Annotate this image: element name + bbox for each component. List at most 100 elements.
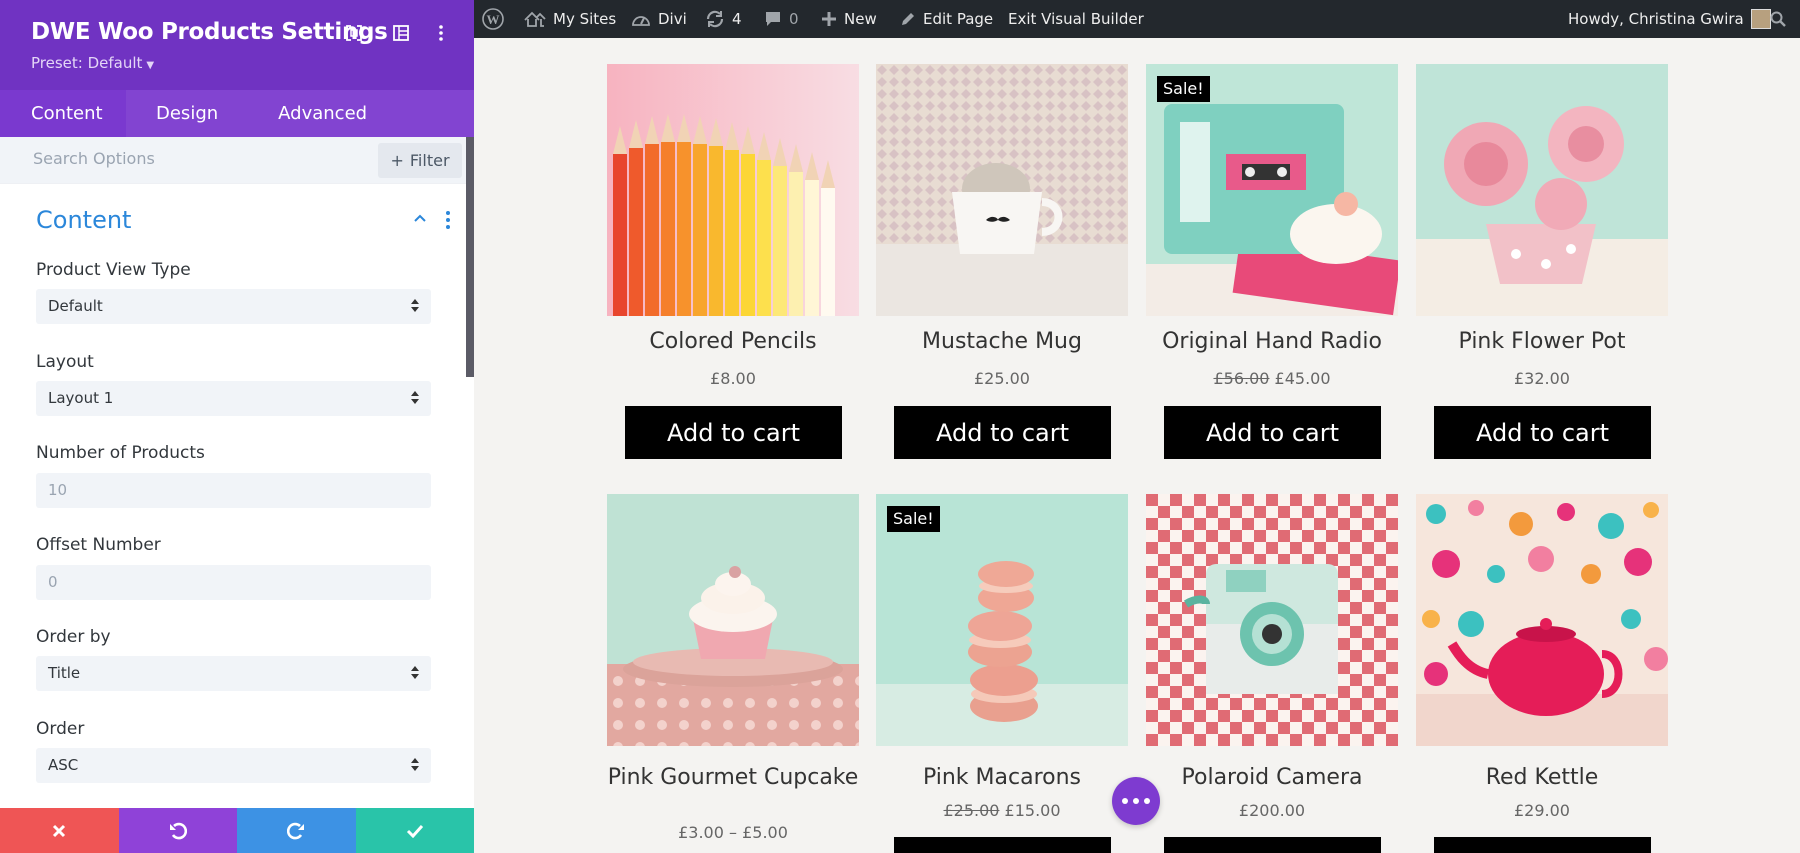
panel-header: DWE Woo Products Settings Preset: Defaul… <box>0 0 474 90</box>
add-to-cart-button[interactable]: Add to cart <box>1434 406 1651 459</box>
order-by-select[interactable]: Title <box>36 656 431 691</box>
divi-label: Divi <box>658 10 687 28</box>
filter-label: Filter <box>409 151 450 170</box>
add-to-cart-button[interactable] <box>1434 837 1651 853</box>
product-image-pink-macarons[interactable]: Sale! <box>876 494 1128 746</box>
my-sites-icon <box>524 11 546 27</box>
pencil-icon <box>900 11 916 27</box>
number-of-products-value: 10 <box>48 481 68 499</box>
product-image-colored-pencils[interactable] <box>607 64 859 316</box>
product-price-value: £8.00 <box>710 369 756 388</box>
edit-page-label: Edit Page <box>923 10 994 28</box>
section-more-icon[interactable] <box>442 210 454 230</box>
product-image-mustache-mug[interactable] <box>876 64 1128 316</box>
product-image-pink-gourmet-cupcake[interactable] <box>607 494 859 746</box>
split-view-icon[interactable] <box>390 22 412 44</box>
tab-advanced[interactable]: Advanced <box>248 90 397 137</box>
product-price: £8.00 <box>607 369 859 388</box>
exit-visual-builder-link[interactable]: Exit Visual Builder <box>1008 0 1144 38</box>
plus-icon <box>821 11 837 27</box>
howdy-label: Howdy, Christina Gwira <box>1568 10 1744 28</box>
product-name[interactable]: Pink Macarons <box>856 767 1148 789</box>
product-image-pink-flower-pot[interactable] <box>1416 64 1668 316</box>
search-options-input[interactable] <box>33 149 323 168</box>
builder-menu-button[interactable] <box>1112 777 1160 825</box>
panel-title: DWE Woo Products Settings <box>31 19 388 45</box>
new-content-menu[interactable]: New <box>821 0 877 38</box>
product-name[interactable]: Mustache Mug <box>856 331 1148 353</box>
filter-button[interactable]: + Filter <box>378 143 462 178</box>
product-view-type-select[interactable]: Default <box>36 289 431 324</box>
tab-design[interactable]: Design <box>126 90 248 137</box>
add-to-cart-button[interactable] <box>1164 837 1381 853</box>
tab-content[interactable]: Content <box>0 90 126 137</box>
layout-select[interactable]: Layout 1 <box>36 381 431 416</box>
divi-menu[interactable]: Divi <box>631 0 687 38</box>
my-sites-menu[interactable]: My Sites <box>524 0 616 38</box>
add-to-cart-button[interactable]: Add to cart <box>1164 406 1381 459</box>
field-label-layout: Layout <box>36 352 94 372</box>
preset-selector[interactable]: Preset: Default ▼ <box>31 54 154 72</box>
product-image-original-hand-radio[interactable]: Sale! <box>1146 64 1398 316</box>
product-view-type-value: Default <box>48 297 103 315</box>
field-label-order: Order <box>36 719 85 739</box>
expand-icon[interactable] <box>343 22 365 44</box>
dashboard-icon <box>631 11 651 27</box>
sale-badge: Sale! <box>887 506 940 532</box>
product-name[interactable]: Red Kettle <box>1396 767 1688 789</box>
product-price-value: £3.00 – £5.00 <box>678 823 788 842</box>
order-select[interactable]: ASC <box>36 748 431 783</box>
product-name[interactable]: Colored Pencils <box>587 331 879 353</box>
product-image-red-kettle[interactable] <box>1416 494 1668 746</box>
edit-page-link[interactable]: Edit Page <box>900 0 993 38</box>
checkmark-icon <box>406 824 423 838</box>
user-account-menu[interactable]: Howdy, Christina Gwira <box>1568 0 1771 38</box>
offset-number-value: 0 <box>48 573 58 591</box>
comment-icon <box>764 10 782 28</box>
product-old-price: £56.00 <box>1213 369 1270 388</box>
layout-value: Layout 1 <box>48 389 114 407</box>
offset-number-input[interactable]: 0 <box>36 565 431 600</box>
preset-label: Preset: Default <box>31 54 143 72</box>
redo-button[interactable] <box>237 808 356 853</box>
select-arrows-icon <box>411 666 419 680</box>
panel-scrollbar[interactable] <box>466 137 474 377</box>
product-price: £25.00 <box>876 369 1128 388</box>
select-arrows-icon <box>411 758 419 772</box>
caret-down-icon: ▼ <box>146 60 155 71</box>
admin-search-button[interactable] <box>1770 0 1786 38</box>
product-image-polaroid-camera[interactable] <box>1146 494 1398 746</box>
wordpress-logo-button[interactable]: W <box>482 0 504 38</box>
search-icon <box>1770 11 1786 27</box>
number-of-products-input[interactable]: 10 <box>36 473 431 508</box>
product-price-value: £32.00 <box>1514 369 1570 388</box>
save-button[interactable] <box>355 808 474 853</box>
product-name[interactable]: Original Hand Radio <box>1126 331 1418 353</box>
product-price: £56.00 £45.00 <box>1146 369 1398 388</box>
discard-button[interactable] <box>0 808 119 853</box>
wp-admin-bar: W My Sites Divi 4 0 New Edit Page Exit V… <box>474 0 1800 38</box>
panel-tabs: Content Design Advanced <box>0 90 474 137</box>
redo-icon <box>287 822 305 839</box>
comments-menu[interactable]: 0 <box>764 0 799 38</box>
product-name[interactable]: Pink Flower Pot <box>1396 331 1688 353</box>
select-arrows-icon <box>411 391 419 405</box>
product-name[interactable]: Pink Gourmet Cupcake <box>587 767 879 789</box>
more-options-icon[interactable] <box>430 22 452 44</box>
field-label-offset-number: Offset Number <box>36 535 161 555</box>
product-price: £25.00 £15.00 <box>876 801 1128 820</box>
field-label-product-view-type: Product View Type <box>36 260 191 280</box>
chevron-up-icon[interactable] <box>412 210 432 230</box>
undo-button[interactable] <box>118 808 237 853</box>
product-price-value: £45.00 <box>1274 369 1331 388</box>
field-label-number-of-products: Number of Products <box>36 443 205 463</box>
product-price: £200.00 <box>1146 801 1398 820</box>
add-to-cart-button[interactable]: Add to cart <box>625 406 842 459</box>
add-to-cart-button[interactable] <box>894 837 1111 853</box>
avatar <box>1750 9 1771 29</box>
svg-text:W: W <box>487 12 500 27</box>
product-name[interactable]: Polaroid Camera <box>1126 767 1418 789</box>
add-to-cart-button[interactable]: Add to cart <box>894 406 1111 459</box>
updates-menu[interactable]: 4 <box>705 0 742 38</box>
order-by-value: Title <box>48 664 81 682</box>
